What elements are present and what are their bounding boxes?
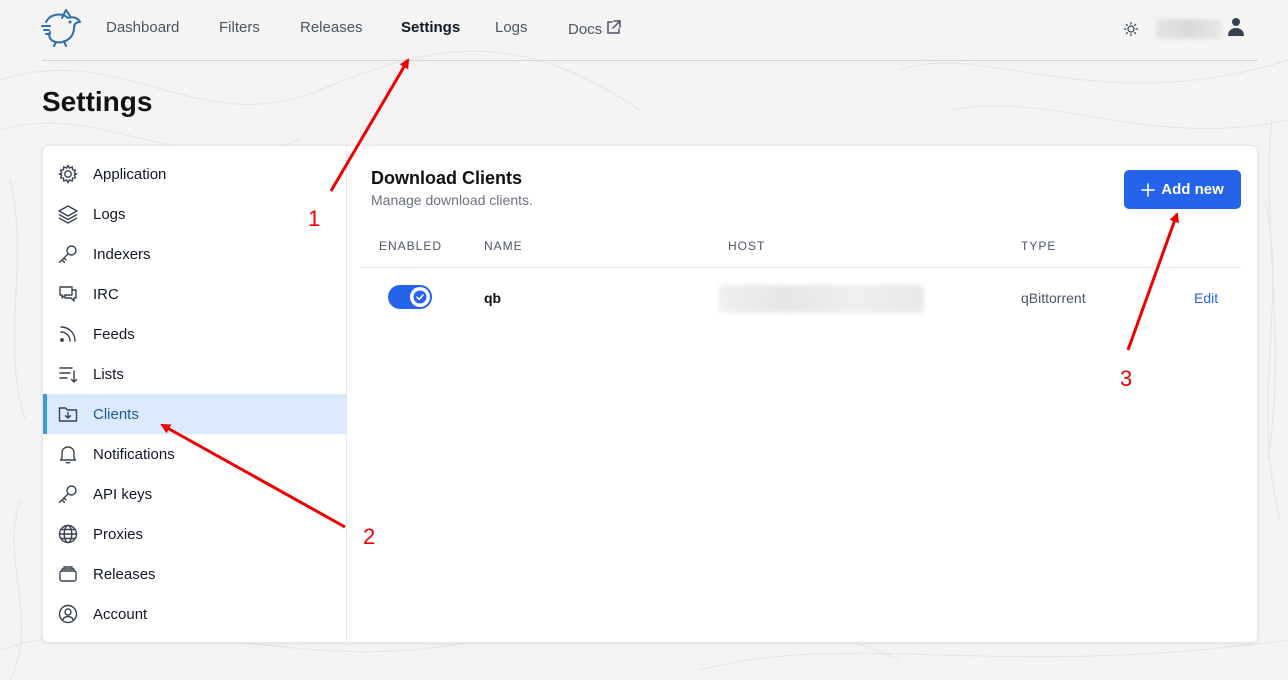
external-link-icon (607, 20, 621, 34)
username-redacted[interactable] (1156, 19, 1222, 39)
page-title: Settings (42, 86, 153, 117)
download-clients-panel: Download Clients Manage download clients… (348, 146, 1257, 642)
sidebar-item-notifications[interactable]: Notifications (43, 434, 346, 474)
sidebar-item-label: Notifications (93, 445, 175, 463)
nav-filters[interactable]: Filters (219, 19, 260, 36)
sidebar-item-label: Indexers (93, 245, 151, 263)
sidebar-item-label: Lists (93, 365, 124, 383)
client-host-redacted (718, 285, 924, 313)
nav-docs-label: Docs (568, 21, 603, 38)
sidebar-item-application[interactable]: Application (43, 154, 346, 194)
section-subtitle: Manage download clients. (371, 192, 533, 208)
chat-icon (57, 283, 79, 305)
sidebar-item-label: Logs (93, 205, 126, 223)
sidebar-item-irc[interactable]: IRC (43, 274, 346, 314)
sidebar-item-label: Clients (93, 405, 139, 423)
nav-dashboard[interactable]: Dashboard (106, 19, 179, 36)
key-icon (57, 483, 79, 505)
settings-sidebar: Application Logs Indexers IRC Feeds List… (43, 146, 347, 642)
sidebar-item-logs[interactable]: Logs (43, 194, 346, 234)
sidebar-item-label: Application (93, 165, 167, 183)
toggle-knob (410, 287, 430, 307)
stack-icon (57, 203, 79, 225)
sidebar-item-indexers[interactable]: Indexers (43, 234, 346, 274)
globe-icon (57, 523, 79, 545)
nav-logs[interactable]: Logs (495, 19, 528, 36)
annotation-number-2: 2 (363, 524, 376, 549)
sidebar-item-label: Account (93, 605, 148, 623)
sidebar-item-label: Feeds (93, 325, 135, 343)
archive-icon (57, 563, 79, 585)
nav-divider (42, 60, 1258, 61)
client-type: qBittorrent (1021, 290, 1086, 306)
sidebar-item-feeds[interactable]: Feeds (43, 314, 346, 354)
user-icon[interactable] (1227, 17, 1245, 37)
autobrr-logo-icon[interactable] (40, 8, 84, 48)
annotation-number-1: 1 (308, 206, 321, 231)
sidebar-item-api-keys[interactable]: API keys (43, 474, 346, 514)
rss-icon (57, 323, 79, 345)
column-header-host: HOST (728, 239, 766, 253)
cog-icon (57, 163, 79, 185)
edit-client-link[interactable]: Edit (1194, 290, 1218, 306)
section-title: Download Clients (371, 168, 523, 188)
key-icon (57, 243, 79, 265)
user-circle-icon (57, 603, 79, 625)
folder-download-icon (57, 403, 79, 425)
enabled-toggle[interactable] (388, 285, 432, 309)
add-new-button[interactable]: Add new (1124, 170, 1241, 209)
nav-settings[interactable]: Settings (401, 19, 460, 36)
client-name: qb (484, 290, 502, 306)
sidebar-item-releases[interactable]: Releases (43, 554, 346, 594)
sun-theme-icon[interactable] (1123, 21, 1139, 37)
sidebar-item-label: Proxies (93, 525, 144, 543)
sidebar-item-account[interactable]: Account (43, 594, 346, 634)
top-navigation: Dashboard Filters Releases Settings Logs… (0, 0, 1288, 61)
sidebar-item-lists[interactable]: Lists (43, 354, 346, 394)
table-header-divider (361, 267, 1241, 268)
settings-card: Application Logs Indexers IRC Feeds List… (42, 145, 1258, 643)
column-header-enabled: ENABLED (379, 239, 443, 253)
add-new-label: Add new (1161, 181, 1224, 198)
sidebar-item-label: IRC (93, 285, 119, 303)
nav-docs[interactable]: Docs (568, 19, 622, 38)
column-header-type: TYPE (1021, 239, 1057, 253)
sidebar-item-proxies[interactable]: Proxies (43, 514, 346, 554)
sidebar-item-clients[interactable]: Clients (43, 394, 346, 434)
nav-releases[interactable]: Releases (300, 19, 363, 36)
check-icon (413, 290, 427, 304)
bell-icon (57, 443, 79, 465)
list-icon (57, 363, 79, 385)
plus-icon (1141, 182, 1156, 197)
sidebar-item-label: Releases (93, 565, 156, 583)
annotation-number-3: 3 (1120, 366, 1133, 391)
column-header-name: NAME (484, 239, 523, 253)
sidebar-item-label: API keys (93, 485, 153, 503)
